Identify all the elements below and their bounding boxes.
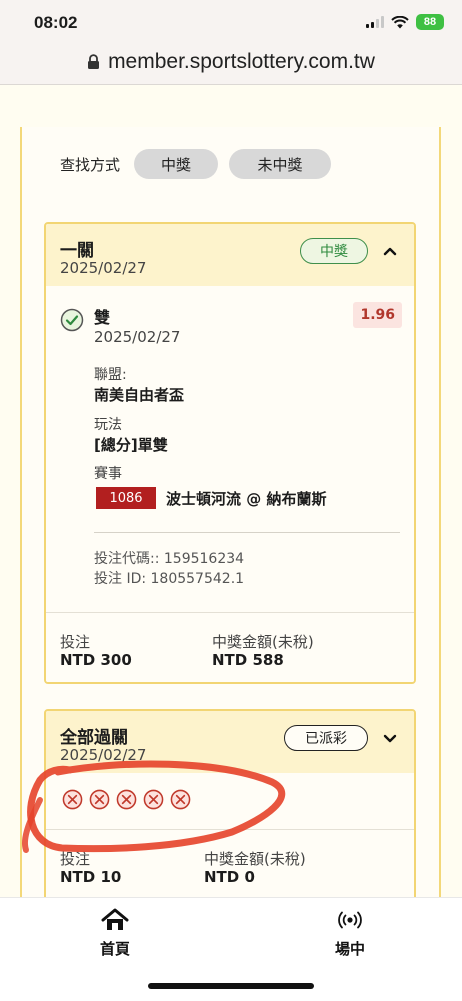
- check-circle-icon: [60, 308, 84, 332]
- battery-level: 88: [423, 16, 437, 28]
- leg-result-row: [62, 789, 191, 810]
- nav-label-live: 場中: [335, 940, 366, 958]
- leg-results: [46, 773, 414, 829]
- status-bar: 08:02 88: [0, 0, 462, 40]
- filter-chip-lost[interactable]: 未中獎: [229, 149, 332, 179]
- home-icon: [101, 908, 129, 930]
- league-value: 南美自由者盃: [94, 386, 185, 404]
- live-broadcast-icon: [338, 911, 362, 929]
- stake-label: 投注: [60, 850, 91, 868]
- status-badge-paid: 已派彩: [284, 725, 368, 751]
- lock-icon: [88, 54, 100, 69]
- url-text: member.sportslottery.com.tw: [108, 50, 375, 73]
- x-circle-icon: [62, 789, 83, 810]
- battery-indicator: 88: [416, 14, 444, 30]
- nav-label-home: 首頁: [100, 940, 131, 958]
- stake-value: NTD 300: [60, 651, 132, 669]
- filter-label: 查找方式: [60, 155, 121, 174]
- cellular-signal-icon: [366, 16, 384, 28]
- selection-date: 2025/02/27: [94, 328, 181, 346]
- status-time: 08:02: [34, 13, 78, 32]
- chevron-down-icon[interactable]: [382, 730, 398, 746]
- payout-value: NTD 0: [204, 868, 255, 886]
- selection-name: 雙: [94, 308, 111, 327]
- payout-label: 中獎金額(未稅): [212, 633, 314, 651]
- event-label: 賽事: [94, 466, 122, 482]
- card-title: 全部過關: [60, 728, 128, 748]
- card-date: 2025/02/27: [60, 746, 147, 764]
- payout-label: 中獎金額(未稅): [204, 850, 306, 868]
- bet-card-parlay: 全部過關 2025/02/27 已派彩 投注 NTD 10 中獎金額(未稅) N…: [44, 709, 416, 897]
- market-value: [總分]單雙: [94, 436, 168, 454]
- nav-item-live[interactable]: 場中: [335, 908, 365, 959]
- event-number-tag: 1086: [96, 487, 156, 509]
- nav-item-home[interactable]: 首頁: [100, 908, 130, 959]
- wifi-icon: [391, 15, 409, 28]
- x-circle-icon: [170, 789, 191, 810]
- status-badge-won: 中獎: [300, 238, 368, 264]
- card-header[interactable]: 一關 2025/02/27 中獎: [46, 224, 414, 286]
- event-name: 波士頓河流 @ 納布蘭斯: [166, 490, 327, 508]
- stake-value: NTD 10: [60, 868, 122, 886]
- card-date: 2025/02/27: [60, 259, 147, 277]
- card-totals: 投注 NTD 300 中獎金額(未稅) NTD 588: [46, 612, 414, 682]
- x-circle-icon: [116, 789, 137, 810]
- divider: [94, 532, 400, 533]
- address-bar[interactable]: member.sportslottery.com.tw: [0, 40, 462, 85]
- selection-detail: 雙 2025/02/27 1.96 聯盟: 南美自由者盃 玩法 [總分]單雙 賽…: [46, 286, 414, 612]
- bet-id: 投注 ID: 180557542.1: [94, 571, 245, 587]
- league-label: 聯盟:: [94, 367, 127, 383]
- filter-row: 查找方式 中獎 未中獎: [60, 149, 332, 179]
- x-circle-icon: [143, 789, 164, 810]
- x-circle-icon: [89, 789, 110, 810]
- odds-badge: 1.96: [353, 302, 402, 328]
- card-header[interactable]: 全部過關 2025/02/27 已派彩: [46, 711, 414, 773]
- card-title: 一關: [60, 241, 94, 261]
- stake-label: 投注: [60, 633, 91, 651]
- bet-card-single: 一關 2025/02/27 中獎 雙 2025/02/27 1.96 聯盟: 南…: [44, 222, 416, 684]
- card-totals: 投注 NTD 10 中獎金額(未稅) NTD 0: [46, 829, 414, 897]
- bet-code: 投注代碼:: 159516234: [94, 551, 245, 567]
- payout-value: NTD 588: [212, 651, 284, 669]
- home-indicator: [148, 983, 314, 989]
- bet-history-panel: 查找方式 中獎 未中獎 一關 2025/02/27 中獎 雙 2025/02/2…: [20, 127, 441, 897]
- status-icons: 88: [366, 14, 444, 30]
- filter-chip-won[interactable]: 中獎: [134, 149, 219, 179]
- market-label: 玩法: [94, 417, 122, 433]
- chevron-up-icon[interactable]: [382, 243, 398, 259]
